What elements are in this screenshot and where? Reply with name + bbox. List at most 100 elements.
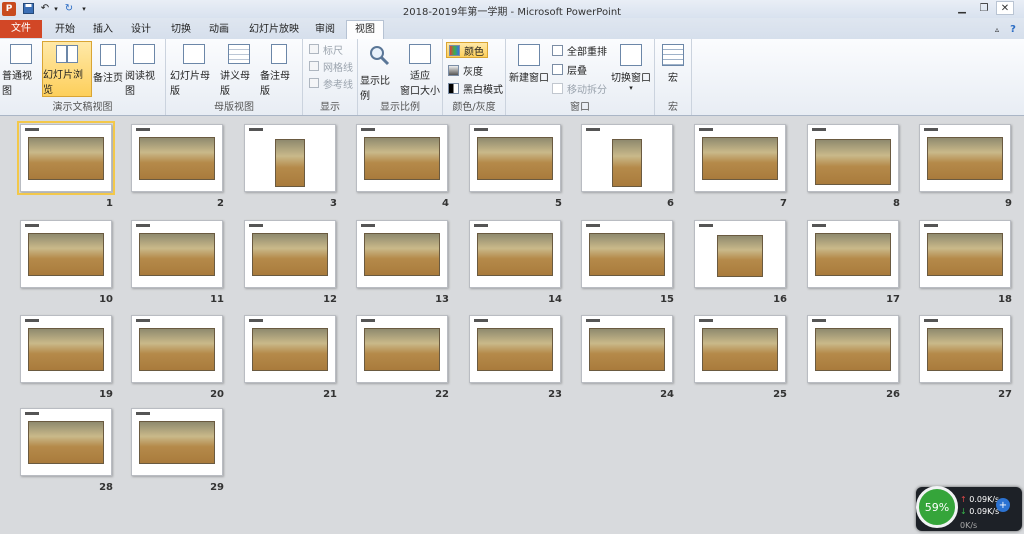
minimize-button[interactable]: ▁ <box>953 1 971 15</box>
handout-master-button[interactable]: 讲义母版 <box>220 41 258 97</box>
slide-caption <box>924 319 938 322</box>
cascade-button[interactable]: 层叠 <box>552 61 587 77</box>
slide-thumbnail[interactable] <box>244 124 336 192</box>
slide-master-button[interactable]: 幻灯片母版 <box>170 41 218 97</box>
help-icon[interactable]: ? <box>1006 21 1020 38</box>
slide-photo <box>477 328 553 371</box>
slide-thumbnail[interactable] <box>469 220 561 288</box>
reading-view-button[interactable]: 阅读视图 <box>125 41 163 97</box>
grayscale-label: 灰度 <box>463 66 483 78</box>
move-split-label: 移动拆分 <box>567 84 607 96</box>
gridlines-checkbox[interactable]: 网格线 <box>309 58 353 74</box>
slide-thumbnail[interactable] <box>244 315 336 383</box>
slide-photo <box>815 233 891 276</box>
color-button[interactable]: 颜色 <box>446 42 488 58</box>
slide-thumbnail[interactable] <box>20 315 112 383</box>
close-button[interactable]: ✕ <box>996 1 1014 15</box>
slide-number: 7 <box>780 198 787 209</box>
slide-thumbnail[interactable] <box>581 315 673 383</box>
slide-thumbnail[interactable] <box>807 124 899 192</box>
slide-caption <box>699 128 713 131</box>
tab-design[interactable]: 设计 <box>124 21 158 38</box>
slide-number: 27 <box>998 389 1012 400</box>
handout-master-icon <box>228 44 250 64</box>
black-white-button[interactable]: 黑白模式 <box>448 80 503 96</box>
slide-photo <box>139 233 215 276</box>
slide-thumbnail[interactable] <box>356 315 448 383</box>
tab-transitions[interactable]: 切换 <box>164 21 198 38</box>
slide-thumbnail[interactable] <box>807 220 899 288</box>
slide-photo <box>717 235 763 277</box>
handout-master-label: 讲义母版 <box>220 71 250 97</box>
slide-sorter-pane[interactable]: 1 2 3 4 5 6 7 8 9 10 11 12 13 14 15 16 17 18 19 20 21 22 23 24 2… <box>0 116 1024 534</box>
slide-caption <box>924 128 938 131</box>
network-speed-widget[interactable]: 59% ↑ 0.09K/s ↓ 0.09K/s + 0K/s <box>916 486 1022 531</box>
tab-review[interactable]: 审阅 <box>308 21 342 38</box>
ruler-checkbox[interactable]: 标尺 <box>309 41 343 57</box>
tab-home[interactable]: 开始 <box>48 21 82 38</box>
tab-file[interactable]: 文件 <box>0 20 42 38</box>
slide-thumbnail[interactable] <box>131 220 223 288</box>
slide-master-icon <box>183 44 205 64</box>
minimize-ribbon-icon[interactable]: ▵ <box>990 21 1004 38</box>
slide-thumbnail[interactable] <box>694 315 786 383</box>
upload-speed: ↑ 0.09K/s <box>960 495 999 504</box>
slide-photo <box>139 137 215 180</box>
slide-thumbnail[interactable] <box>469 315 561 383</box>
guides-checkbox[interactable]: 参考线 <box>309 75 353 91</box>
memory-percent-badge[interactable]: 59% <box>916 486 958 528</box>
slide-thumbnail[interactable] <box>244 220 336 288</box>
slide-caption <box>249 224 263 227</box>
zoom-button[interactable]: 显示比例 <box>360 41 398 102</box>
arrange-all-icon <box>552 44 563 56</box>
slide-thumbnail[interactable] <box>694 220 786 288</box>
new-window-label: 新建窗口 <box>509 73 549 84</box>
tab-slideshow[interactable]: 幻灯片放映 <box>242 21 306 38</box>
gridlines-label: 网格线 <box>323 62 353 74</box>
ribbon: 普通视图 幻灯片浏览 备注页 阅读视图 演示文稿视图 幻灯片母版 讲义母版 备注… <box>0 39 1024 116</box>
tab-insert[interactable]: 插入 <box>86 21 120 38</box>
slide-thumbnail[interactable] <box>356 220 448 288</box>
macros-icon <box>662 44 684 66</box>
slide-thumbnail[interactable] <box>919 315 1011 383</box>
slide-thumbnail[interactable] <box>20 220 112 288</box>
fit-label: 适应 <box>410 71 430 82</box>
slide-photo <box>477 137 553 180</box>
restore-button[interactable]: ❐ <box>975 1 993 15</box>
slide-thumbnail[interactable] <box>131 408 223 476</box>
slide-thumbnail[interactable] <box>919 124 1011 192</box>
grayscale-button[interactable]: 灰度 <box>448 62 483 78</box>
add-icon[interactable]: + <box>996 498 1010 512</box>
slide-thumbnail[interactable] <box>694 124 786 192</box>
slide-thumbnail[interactable] <box>469 124 561 192</box>
slide-thumbnail[interactable] <box>20 408 112 476</box>
tab-view[interactable]: 视图 <box>346 20 384 40</box>
slide-thumbnail[interactable] <box>131 124 223 192</box>
new-window-button[interactable]: 新建窗口 <box>508 41 550 97</box>
move-split-button[interactable]: 移动拆分 <box>552 80 607 96</box>
slide-thumbnail[interactable] <box>131 315 223 383</box>
fit-to-window-button[interactable]: 适应 窗口大小 <box>400 41 440 97</box>
arrange-all-button[interactable]: 全部重排 <box>552 42 607 58</box>
notes-page-button[interactable]: 备注页 <box>93 41 123 97</box>
slide-sorter-button[interactable]: 幻灯片浏览 <box>42 41 92 97</box>
macros-button[interactable]: 宏 <box>659 41 687 97</box>
slide-master-label: 幻灯片母版 <box>170 71 210 97</box>
ruler-label: 标尺 <box>323 45 343 57</box>
slide-thumbnail[interactable] <box>807 315 899 383</box>
tab-animations[interactable]: 动画 <box>202 21 236 38</box>
slide-thumbnail[interactable] <box>581 124 673 192</box>
slide-number: 12 <box>323 294 337 305</box>
slide-sorter-icon <box>56 45 78 63</box>
slide-caption <box>812 224 826 227</box>
slide-number: 28 <box>99 482 113 493</box>
slide-thumbnail[interactable] <box>919 220 1011 288</box>
slide-photo <box>252 233 328 276</box>
group-color-grayscale: 颜色 灰度 黑白模式 颜色/灰度 <box>443 39 506 115</box>
slide-thumbnail[interactable] <box>17 121 115 195</box>
slide-thumbnail[interactable] <box>356 124 448 192</box>
slide-thumbnail[interactable] <box>581 220 673 288</box>
switch-windows-button[interactable]: 切换窗口 ▾ <box>610 41 652 97</box>
normal-view-button[interactable]: 普通视图 <box>2 41 40 97</box>
notes-master-button[interactable]: 备注母版 <box>260 41 298 97</box>
